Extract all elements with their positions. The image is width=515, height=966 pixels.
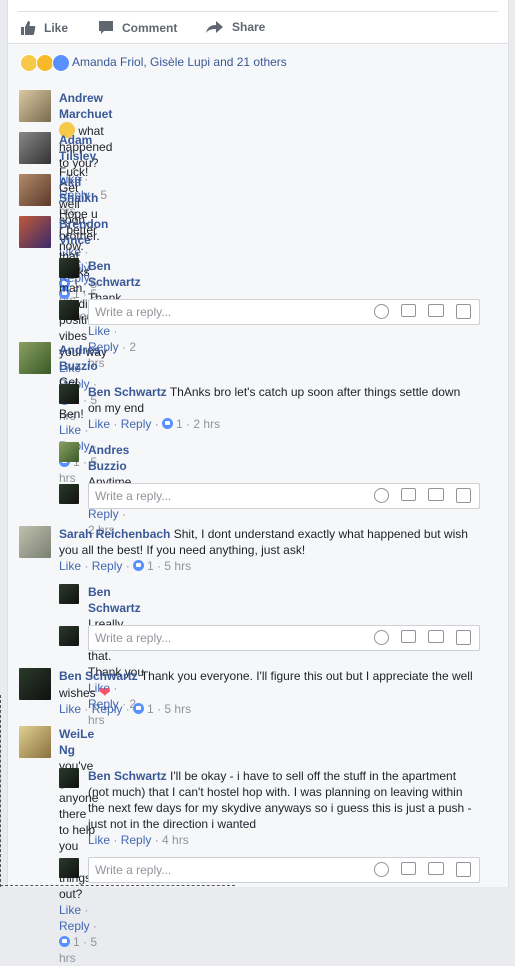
comment-author[interactable]: Ben Schwartz (88, 385, 167, 399)
avatar[interactable] (19, 726, 51, 758)
comment-author[interactable]: Andres Buzzio (88, 443, 129, 473)
sticker-icon[interactable] (456, 862, 471, 877)
comment-action-button[interactable]: Comment (98, 20, 177, 35)
selection-border (0, 695, 1, 887)
write-reply-placeholder: Write a reply... (95, 305, 172, 319)
like-count[interactable]: 1 (147, 559, 154, 573)
comment-action-label: Comment (122, 20, 178, 35)
comment-author[interactable]: Brendon Vince (59, 217, 108, 247)
like-link[interactable]: Like (59, 423, 81, 437)
like-count-icon (162, 418, 174, 429)
like-count[interactable]: 1 (73, 935, 80, 949)
avatar[interactable] (59, 768, 79, 788)
emoji-picker-icon[interactable] (374, 488, 389, 503)
emoji-picker-icon[interactable] (374, 304, 389, 319)
share-action-label: Share (232, 20, 266, 34)
reply-link[interactable]: Reply (121, 833, 152, 847)
reply-link[interactable]: Reply (92, 559, 123, 573)
sticker-icon[interactable] (456, 488, 471, 503)
comment-author[interactable]: Andres Buzzio (59, 343, 100, 373)
avatar (59, 484, 79, 504)
like-action-button[interactable]: Like (20, 20, 68, 36)
reply-composer: Write a reply... (59, 483, 480, 510)
comment-author[interactable]: Akif Shaikh (59, 175, 98, 205)
avatar[interactable] (19, 526, 51, 558)
avatar (59, 300, 79, 320)
write-reply-placeholder: Write a reply... (95, 863, 172, 877)
camera-icon[interactable] (401, 488, 416, 501)
comment-icon (99, 21, 113, 34)
write-reply-input[interactable]: Write a reply... (88, 857, 480, 883)
gif-icon[interactable] (428, 630, 444, 643)
write-reply-input[interactable]: Write a reply... (88, 483, 480, 509)
write-reply-input[interactable]: Write a reply... (88, 625, 480, 651)
post-card: Like Comment Share Amanda Friol, Gisèle … (7, 0, 509, 965)
reply-link[interactable]: Reply (121, 417, 152, 431)
thumbs-up-icon (21, 21, 36, 35)
avatar[interactable] (19, 174, 51, 206)
reply-link[interactable]: Reply (92, 702, 123, 716)
like-count[interactable]: 1 (176, 417, 183, 431)
write-reply-input[interactable]: Write a reply... (88, 299, 480, 325)
avatar[interactable] (59, 442, 79, 462)
comment-time: 5 hrs (164, 702, 192, 716)
avatar[interactable] (19, 90, 51, 122)
reply-composer: Write a reply... (59, 299, 480, 326)
comment-author[interactable]: WeiLe Ng (59, 727, 94, 757)
like-action-label: Like (44, 21, 69, 35)
camera-icon[interactable] (401, 630, 416, 643)
share-action-button[interactable]: Share (206, 20, 265, 34)
avatar[interactable] (59, 584, 79, 604)
avatar[interactable] (59, 258, 79, 278)
comments-list: Andrew Marchuet what happened to you? Li… (8, 78, 508, 965)
comment-author[interactable]: Andrew Marchuet (59, 91, 112, 121)
comment-time: 4 hrs (162, 833, 189, 847)
avatar[interactable] (19, 668, 51, 700)
comment-time: 5 hrs (164, 559, 192, 573)
write-reply-placeholder: Write a reply... (95, 631, 172, 645)
like-count[interactable]: 1 (147, 702, 154, 716)
comment-author[interactable]: Adam Tilsley (59, 133, 96, 163)
reactions-summary[interactable]: Amanda Friol, Gisèle Lupi and 21 others (8, 44, 508, 78)
reply-composer: Write a reply... (59, 857, 480, 884)
avatar (59, 858, 79, 878)
comment-author[interactable]: Ben Schwartz (88, 259, 141, 289)
comment-author[interactable]: Ben Schwartz (59, 669, 138, 683)
heart-emoji-icon: ❤ (99, 684, 111, 700)
reactions-text[interactable]: Amanda Friol, Gisèle Lupi and 21 others (72, 55, 287, 69)
avatar (59, 626, 79, 646)
comment-author[interactable]: Ben Schwartz (88, 769, 167, 783)
write-reply-placeholder: Write a reply... (95, 489, 172, 503)
reply-composer: Write a reply... (59, 625, 480, 652)
sticker-icon[interactable] (456, 630, 471, 645)
emoji-picker-icon[interactable] (374, 862, 389, 877)
avatar[interactable] (19, 132, 51, 164)
like-count-icon (59, 936, 70, 947)
like-link[interactable]: Like (88, 417, 110, 431)
camera-icon[interactable] (401, 304, 416, 317)
avatar[interactable] (59, 384, 79, 404)
like-link[interactable]: Like (88, 833, 110, 847)
share-icon (206, 21, 223, 33)
like-link[interactable]: Like (59, 559, 81, 573)
like-link[interactable]: Like (59, 903, 81, 917)
camera-icon[interactable] (401, 862, 416, 875)
like-count-icon (133, 703, 145, 714)
like-link[interactable]: Like (59, 702, 81, 716)
like-link[interactable]: Like (88, 324, 110, 338)
action-bar: Like Comment Share (18, 12, 498, 42)
avatar[interactable] (19, 216, 51, 248)
gif-icon[interactable] (428, 488, 444, 501)
like-icon (52, 54, 70, 72)
reply-link[interactable]: Reply (59, 919, 90, 933)
sticker-icon[interactable] (456, 304, 471, 319)
comment-author[interactable]: Sarah Reichenbach (59, 527, 170, 541)
comment-time: 2 hrs (193, 417, 221, 431)
gif-icon[interactable] (428, 304, 444, 317)
emoji-picker-icon[interactable] (374, 630, 389, 645)
comment-author[interactable]: Ben Schwartz (88, 585, 141, 615)
like-count-icon (133, 560, 145, 571)
gif-icon[interactable] (428, 862, 444, 875)
avatar[interactable] (19, 342, 51, 374)
